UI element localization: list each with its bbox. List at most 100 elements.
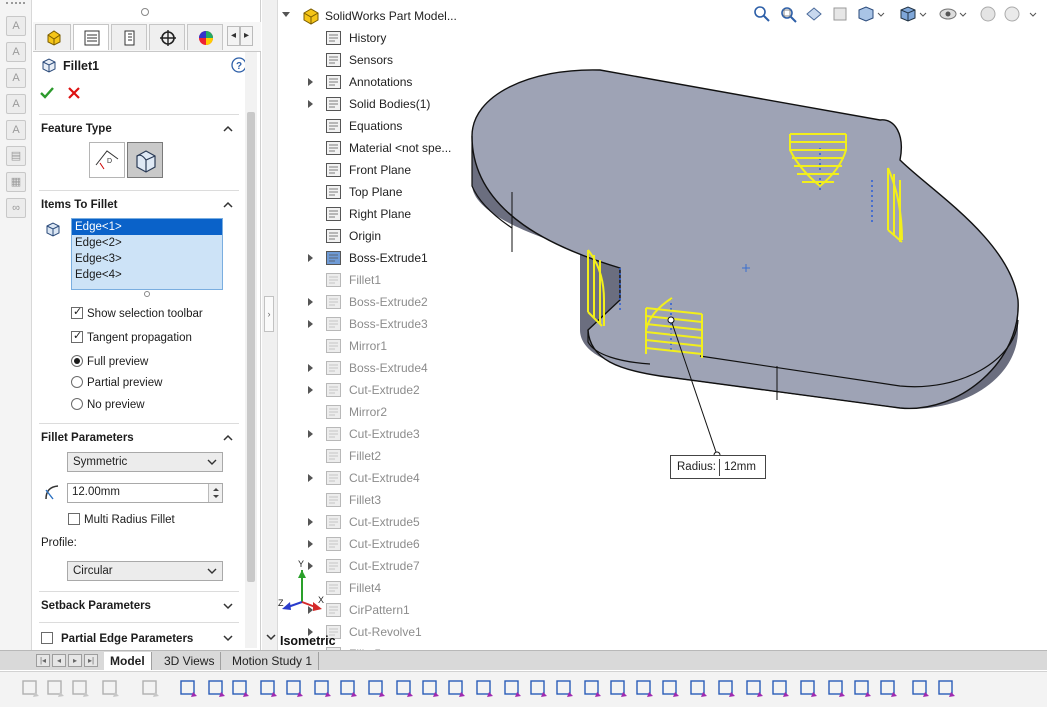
tree-item[interactable]: Origin bbox=[308, 226, 468, 246]
tree-item[interactable]: Top Plane bbox=[308, 182, 468, 202]
plane-filter-icon[interactable] bbox=[420, 678, 440, 700]
midpoint-filter-icon[interactable] bbox=[474, 678, 494, 700]
center-mark-filter-icon[interactable] bbox=[798, 678, 818, 700]
tree-item[interactable]: Cut-Extrude3 bbox=[308, 424, 468, 444]
cosmetic-thread-filter-icon[interactable] bbox=[770, 678, 790, 700]
tree-item[interactable]: Sensors bbox=[308, 50, 468, 70]
tree-item[interactable]: Mirror1 bbox=[308, 336, 468, 356]
tree-item[interactable]: Boss-Extrude4 bbox=[308, 358, 468, 378]
tree-item[interactable]: CirPattern1 bbox=[308, 600, 468, 620]
multi-radius-fillet-option[interactable]: Multi Radius Fillet bbox=[68, 513, 175, 526]
vertex-filter-icon[interactable] bbox=[178, 678, 198, 700]
tree-item[interactable]: Fillet4 bbox=[308, 578, 468, 598]
list-item[interactable]: Edge<4> bbox=[72, 267, 222, 283]
collapse-chevron-icon[interactable] bbox=[223, 124, 233, 134]
dimension-filter-icon[interactable] bbox=[338, 678, 358, 700]
sketch-filter-icon[interactable] bbox=[394, 678, 414, 700]
sketch-point-filter-icon[interactable] bbox=[826, 678, 846, 700]
list-item[interactable]: Edge<2> bbox=[72, 235, 222, 251]
appearance-filter-icon[interactable] bbox=[936, 678, 956, 700]
show-selection-toolbar-option[interactable]: Show selection toolbar bbox=[71, 305, 203, 320]
previous-view-icon[interactable] bbox=[804, 4, 824, 24]
tree-item[interactable]: Equations bbox=[308, 116, 468, 136]
expand-arrow-icon[interactable] bbox=[308, 320, 313, 328]
full-preview-option[interactable]: Full preview bbox=[71, 355, 148, 368]
prev-tab-button[interactable]: ◂ bbox=[52, 654, 66, 667]
collapse-arrow-icon[interactable] bbox=[282, 12, 290, 17]
collapse-chevron-icon[interactable] bbox=[223, 200, 233, 210]
tree-scroll-down-icon[interactable] bbox=[266, 632, 276, 642]
radius-callout[interactable]: Radius: 12mm bbox=[670, 455, 766, 479]
expand-arrow-icon[interactable] bbox=[308, 474, 313, 482]
tab-dimxpert-manager[interactable] bbox=[149, 24, 185, 50]
apply-scene-icon[interactable] bbox=[1002, 4, 1022, 24]
zoom-to-area-icon[interactable] bbox=[778, 4, 798, 24]
list-item[interactable]: Edge<3> bbox=[72, 251, 222, 267]
tree-root[interactable]: SolidWorks Part Model... bbox=[282, 6, 512, 26]
checkbox[interactable] bbox=[71, 305, 83, 319]
chevron-down-icon[interactable] bbox=[958, 4, 968, 24]
weld-filter-icon[interactable] bbox=[528, 678, 548, 700]
body-filter-icon[interactable] bbox=[284, 678, 304, 700]
tab-scroll-left[interactable]: ◂ bbox=[227, 26, 240, 46]
ok-checkmark-icon[interactable] bbox=[39, 85, 55, 101]
filter-icon[interactable] bbox=[45, 678, 65, 700]
expand-arrow-icon[interactable] bbox=[308, 100, 313, 108]
variable-size-fillet-button[interactable]: D bbox=[89, 142, 125, 178]
surface-filter-icon[interactable] bbox=[258, 678, 278, 700]
tree-item[interactable]: Mirror2 bbox=[308, 402, 468, 422]
section-view-icon[interactable] bbox=[830, 4, 850, 24]
radius-input[interactable]: 12.00mm bbox=[67, 483, 223, 503]
radius-callout-value[interactable]: 12mm bbox=[719, 459, 763, 476]
partial-edge-parameters-header[interactable]: Partial Edge Parameters bbox=[41, 632, 193, 645]
link-icon[interactable]: ∞ bbox=[6, 198, 26, 218]
first-tab-button[interactable]: |◂ bbox=[36, 654, 50, 667]
layer-icon[interactable]: ▤ bbox=[6, 146, 26, 166]
radius-spinner[interactable] bbox=[208, 484, 222, 502]
radio[interactable] bbox=[71, 355, 83, 367]
dynamic-annotation-icon[interactable] bbox=[856, 4, 876, 24]
balloon-filter-icon[interactable] bbox=[634, 678, 654, 700]
constant-size-fillet-button[interactable] bbox=[127, 142, 163, 178]
pattern-icon[interactable]: ▦ bbox=[6, 172, 26, 192]
partial-preview-option[interactable]: Partial preview bbox=[71, 376, 162, 389]
text-tool-icon[interactable]: A bbox=[6, 120, 26, 140]
last-tab-button[interactable]: ▸| bbox=[84, 654, 98, 667]
expand-chevron-icon[interactable] bbox=[223, 601, 233, 611]
list-item[interactable]: Edge<1> bbox=[72, 219, 222, 235]
edit-appearance-icon[interactable] bbox=[978, 4, 998, 24]
tab-scroll-right[interactable]: ▸ bbox=[240, 26, 253, 46]
tree-item[interactable]: Material <not spe... bbox=[308, 138, 468, 158]
panel-grip[interactable] bbox=[33, 0, 260, 22]
tree-item[interactable]: Fillet1 bbox=[308, 270, 468, 290]
text-tool-icon[interactable]: A bbox=[6, 94, 26, 114]
view-orientation-icon[interactable] bbox=[898, 4, 918, 24]
cursor-icon[interactable] bbox=[100, 678, 120, 700]
tree-item[interactable]: Cut-Extrude2 bbox=[308, 380, 468, 400]
expand-arrow-icon[interactable] bbox=[308, 562, 313, 570]
symmetric-dropdown[interactable]: Symmetric bbox=[67, 452, 223, 472]
tab-property-manager[interactable] bbox=[73, 24, 109, 50]
radio[interactable] bbox=[71, 398, 83, 410]
edge-filter-icon[interactable] bbox=[312, 678, 332, 700]
edge-selection-list[interactable]: Edge<1> Edge<2> Edge<3> Edge<4> bbox=[71, 218, 223, 290]
tree-item[interactable]: Boss-Extrude1 bbox=[308, 248, 468, 268]
tab-display-manager[interactable] bbox=[187, 24, 223, 50]
tree-item[interactable]: Cut-Extrude5 bbox=[308, 512, 468, 532]
expand-arrow-icon[interactable] bbox=[308, 254, 313, 262]
hatch-filter-icon[interactable] bbox=[660, 678, 680, 700]
tree-item[interactable]: Cut-Extrude7 bbox=[308, 556, 468, 576]
text-tool-icon[interactable]: A bbox=[6, 42, 26, 62]
chevron-down-icon[interactable] bbox=[1028, 4, 1038, 24]
tree-item[interactable]: Boss-Extrude2 bbox=[308, 292, 468, 312]
tree-item[interactable]: Cut-Extrude4 bbox=[308, 468, 468, 488]
collapse-chevron-icon[interactable] bbox=[223, 433, 233, 443]
expand-arrow-icon[interactable] bbox=[308, 386, 313, 394]
axis-filter-icon[interactable] bbox=[206, 678, 226, 700]
tree-item[interactable]: Right Plane bbox=[308, 204, 468, 224]
splitter-collapse-button[interactable]: › bbox=[264, 296, 274, 332]
face-filter-icon[interactable] bbox=[230, 678, 250, 700]
tree-item[interactable]: Annotations bbox=[308, 72, 468, 92]
expand-arrow-icon[interactable] bbox=[308, 606, 313, 614]
note-filter-icon[interactable] bbox=[502, 678, 522, 700]
